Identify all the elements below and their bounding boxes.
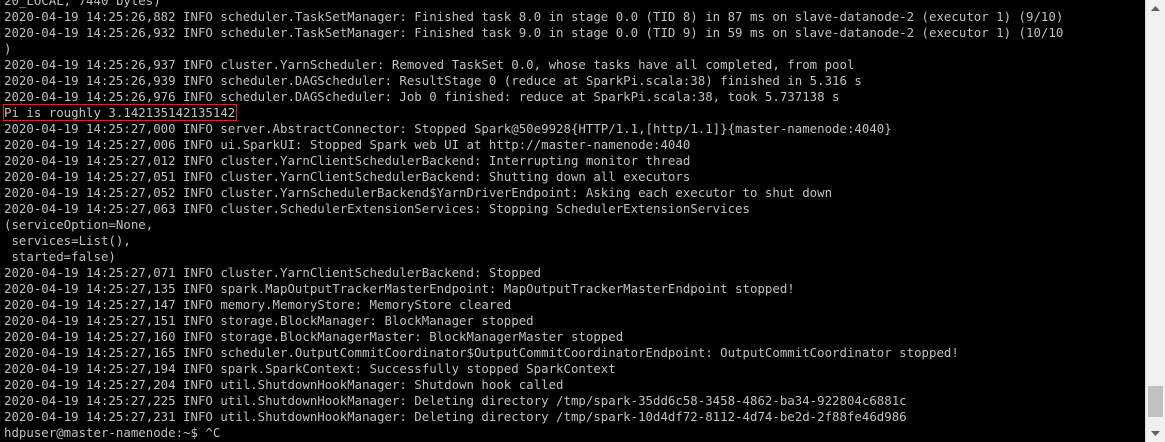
terminal-output[interactable]: 20_LOCAL, 7440 bytes) 2020-04-19 14:25:26…: [0, 0, 1145, 442]
log-line: 2020-04-19 14:25:27,231 INFO util.Shutdo…: [4, 409, 1063, 425]
line-text: 20_LOCAL, 7440 bytes): [4, 0, 161, 8]
line-text: (serviceOption=None,: [4, 217, 154, 232]
scroll-down-button[interactable]: [1146, 425, 1165, 442]
log-line: 2020-04-19 14:25:26,937 INFO cluster.Yar…: [4, 57, 1063, 73]
pi-result-line: Pi is roughly 3.142135142135142: [2, 104, 1063, 121]
line-text: 2020-04-19 14:25:26,976 INFO scheduler.D…: [4, 89, 840, 104]
log-line: 2020-04-19 14:25:27,151 INFO storage.Blo…: [4, 313, 1063, 329]
vertical-scrollbar[interactable]: [1145, 0, 1165, 442]
log-line: 2020-04-19 14:25:27,225 INFO util.Shutdo…: [4, 393, 1063, 409]
log-line: 2020-04-19 14:25:26,882 INFO scheduler.T…: [4, 9, 1063, 25]
line-text: 2020-04-19 14:25:27,204 INFO util.Shutdo…: [4, 377, 564, 392]
log-line: ): [4, 41, 1063, 57]
log-line: started=false): [4, 249, 1063, 265]
line-text: 2020-04-19 14:25:27,052 INFO cluster.Yar…: [4, 185, 833, 200]
line-text: 2020-04-19 14:25:27,165 INFO scheduler.O…: [4, 345, 959, 360]
log-line: 2020-04-19 14:25:27,165 INFO scheduler.O…: [4, 345, 1063, 361]
log-line: 2020-04-19 14:25:27,204 INFO util.Shutdo…: [4, 377, 1063, 393]
line-text: ): [4, 41, 12, 56]
line-text: 2020-04-19 14:25:27,135 INFO spark.MapOu…: [4, 281, 795, 296]
scroll-thumb[interactable]: [1148, 386, 1163, 417]
line-text: 2020-04-19 14:25:27,006 INFO ui.SparkUI:…: [4, 137, 691, 152]
log-line: 2020-04-19 14:25:27,000 INFO server.Abst…: [4, 121, 1063, 137]
line-text: 2020-04-19 14:25:27,012 INFO cluster.Yar…: [4, 153, 691, 168]
log-line: 2020-04-19 14:25:27,052 INFO cluster.Yar…: [4, 185, 1063, 201]
line-text: 2020-04-19 14:25:27,225 INFO util.Shutdo…: [4, 393, 907, 408]
log-line: 2020-04-19 14:25:27,012 INFO cluster.Yar…: [4, 153, 1063, 169]
log-line: 2020-04-19 14:25:27,147 INFO memory.Memo…: [4, 297, 1063, 313]
line-text: 2020-04-19 14:25:27,051 INFO cluster.Yar…: [4, 169, 691, 184]
line-text: 2020-04-19 14:25:26,882 INFO scheduler.T…: [4, 9, 1064, 24]
line-text: 2020-04-19 14:25:27,151 INFO storage.Blo…: [4, 313, 534, 328]
log-line: 2020-04-19 14:25:26,932 INFO scheduler.T…: [4, 25, 1063, 41]
line-text: hdpuser@master-namenode:~$ ^C: [4, 425, 221, 440]
highlighted-result-text: Pi is roughly 3.142135142135142: [2, 104, 238, 121]
line-text: 2020-04-19 14:25:26,939 INFO scheduler.D…: [4, 73, 862, 88]
line-text: services=List(),: [4, 233, 131, 248]
log-line: 2020-04-19 14:25:26,939 INFO scheduler.D…: [4, 73, 1063, 89]
line-text: 2020-04-19 14:25:27,194 INFO spark.Spark…: [4, 361, 616, 376]
log-line: 2020-04-19 14:25:27,194 INFO spark.Spark…: [4, 361, 1063, 377]
line-text: 2020-04-19 14:25:27,063 INFO cluster.Sch…: [4, 201, 750, 216]
line-text: started=false): [4, 249, 116, 264]
log-line: (serviceOption=None,: [4, 217, 1063, 233]
scroll-up-button[interactable]: [1146, 0, 1165, 17]
log-line: 2020-04-19 14:25:26,976 INFO scheduler.D…: [4, 89, 1063, 105]
log-line: 2020-04-19 14:25:27,006 INFO ui.SparkUI:…: [4, 137, 1063, 153]
log-line: 2020-04-19 14:25:27,063 INFO cluster.Sch…: [4, 201, 1063, 217]
log-lines: 20_LOCAL, 7440 bytes) 2020-04-19 14:25:26…: [2, 0, 1063, 441]
shell-prompt-line: hdpuser@master-namenode:~$ ^C: [4, 425, 1063, 441]
triangle-up-icon: [1151, 6, 1160, 11]
line-text: 2020-04-19 14:25:27,000 INFO server.Abst…: [4, 121, 892, 136]
line-text: 2020-04-19 14:25:27,231 INFO util.Shutdo…: [4, 409, 907, 424]
line-text: 2020-04-19 14:25:27,071 INFO cluster.Yar…: [4, 265, 542, 280]
log-line: 2020-04-19 14:25:27,051 INFO cluster.Yar…: [4, 169, 1063, 185]
line-text: 2020-04-19 14:25:26,932 INFO scheduler.T…: [4, 25, 1064, 40]
line-text: 2020-04-19 14:25:26,937 INFO cluster.Yar…: [4, 57, 855, 72]
line-text: 2020-04-19 14:25:27,147 INFO memory.Memo…: [4, 297, 512, 312]
log-line: 2020-04-19 14:25:27,160 INFO storage.Blo…: [4, 329, 1063, 345]
triangle-down-icon: [1151, 431, 1160, 436]
log-line: 2020-04-19 14:25:27,071 INFO cluster.Yar…: [4, 265, 1063, 281]
log-line: 2020-04-19 14:25:27,135 INFO spark.MapOu…: [4, 281, 1063, 297]
line-text: 2020-04-19 14:25:27,160 INFO storage.Blo…: [4, 329, 624, 344]
log-line: 20_LOCAL, 7440 bytes): [4, 0, 1063, 9]
log-line: services=List(),: [4, 233, 1063, 249]
